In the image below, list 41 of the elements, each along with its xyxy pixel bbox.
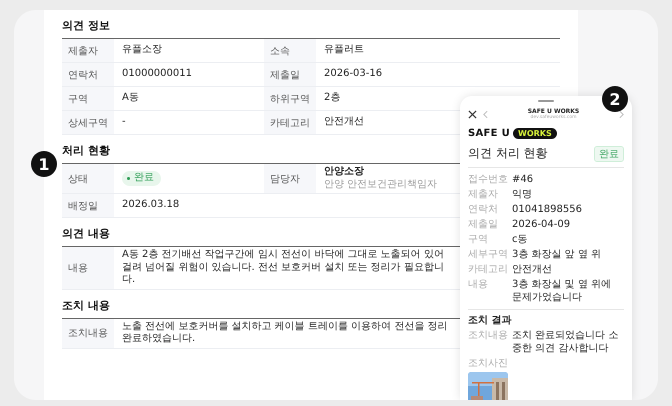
field-label: 접수번호 [468,173,508,186]
field-label: 연락처 [468,203,499,216]
field-label: 조치사진 [468,357,508,370]
number-marker: 2 [602,86,628,112]
table-label: 소속 [264,39,316,63]
status-badge: 완료 [594,146,624,162]
field-value: c동 [512,233,528,246]
table-label: 카테고리 [264,111,316,135]
field-label: 내용 [468,278,489,292]
table-label: 상태 [62,164,114,194]
table-label: 상세구역 [62,111,114,135]
close-icon[interactable] [468,110,477,118]
field-value: 안전개선 [512,263,553,276]
field-value: 2026-04-09 [512,218,572,231]
table-cell: 유플러트 [316,39,560,63]
person-role: 안양 안전보건관리책임자 [324,178,438,191]
field-label: 제출일 [468,218,499,231]
table-label: 배정일 [62,194,114,218]
section-title: 의견 내용 [62,226,110,241]
field-value: #46 [512,173,534,186]
field-label: 카테고리 [468,263,508,276]
table-label: 하위구역 [264,87,316,111]
status-badge: 완료 [122,171,161,186]
field-label: 세부구역 [468,248,508,261]
section-title: 조치 내용 [62,298,110,312]
person-name: 안양소장 [324,166,364,178]
section-title: 의견 정보 [62,18,110,33]
table-label: 연락처 [62,63,114,87]
table-label: 제출자 [62,39,114,63]
table-label: 제출일 [264,63,316,87]
section-title: 처리 현황 [62,143,110,158]
field-label: 조치내용 [468,329,508,343]
table-label: 내용 [62,247,114,290]
table-cell: 2026-03-16 [316,63,560,87]
number-marker: 1 [31,151,57,177]
logo-badge: WORKS [513,128,557,139]
table-label: 구역 [62,87,114,111]
table-label: 담당자 [264,164,316,194]
table-label: 조치내용 [62,318,114,348]
field-label: 구역 [468,233,489,246]
panel-title: 의견 처리 현황 [468,145,548,162]
